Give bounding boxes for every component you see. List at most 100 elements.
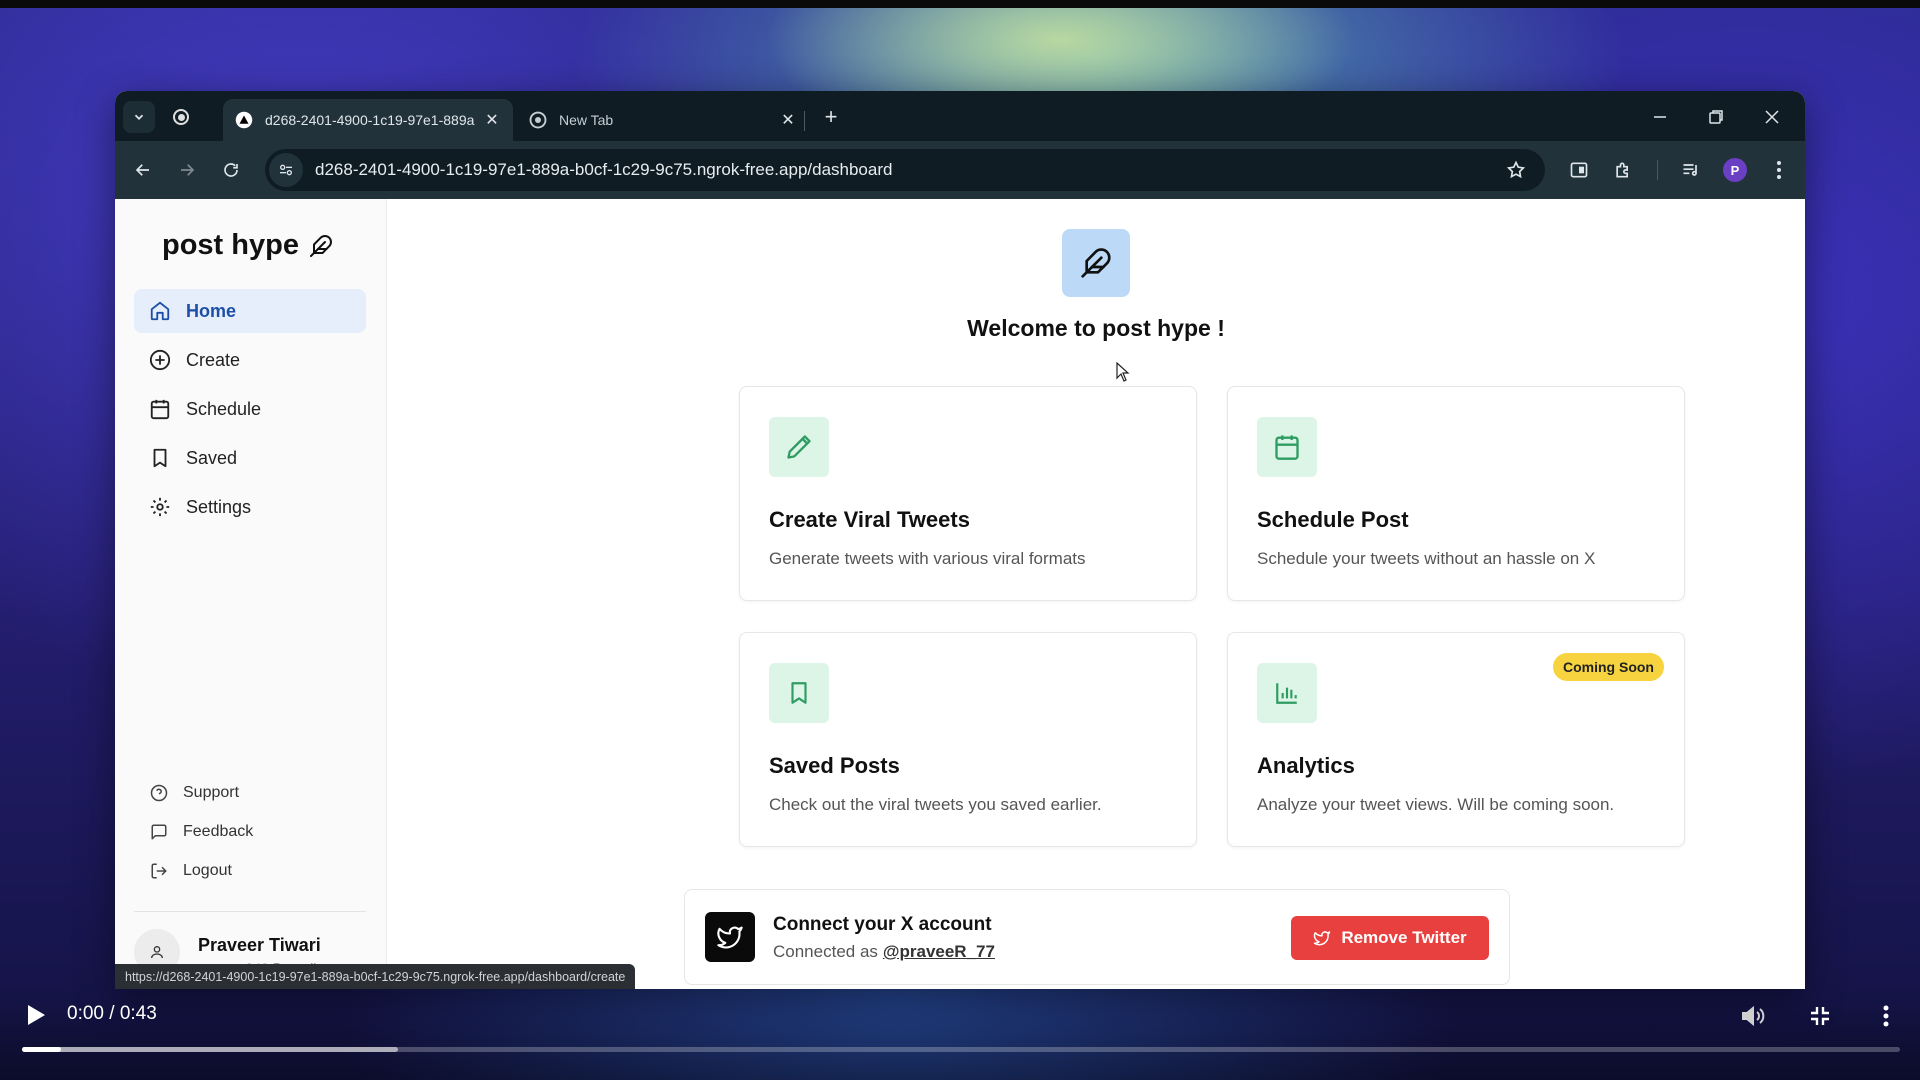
back-button[interactable]	[127, 154, 159, 186]
extensions-button[interactable]	[1607, 154, 1639, 186]
minimize-icon	[1654, 116, 1666, 118]
reading-list-button[interactable]	[1675, 154, 1707, 186]
card-schedule-post[interactable]: Schedule Post Schedule your tweets witho…	[1227, 386, 1685, 601]
tab-separator	[804, 111, 805, 131]
minimize-button[interactable]	[1640, 101, 1680, 133]
tab-search-button[interactable]	[123, 101, 155, 133]
sidebar-item-label: Feedback	[183, 823, 254, 840]
url-text: d268-2401-4900-1c19-97e1-889a-b0cf-1c29-…	[315, 160, 893, 179]
calendar-icon	[148, 397, 172, 421]
card-create-viral-tweets[interactable]: Create Viral Tweets Generate tweets with…	[739, 386, 1197, 601]
site-info-icon[interactable]	[269, 153, 303, 187]
tab-new-tab[interactable]: New Tab ✕	[517, 99, 809, 141]
close-window-button[interactable]	[1752, 101, 1792, 133]
sidebar-item-label: Support	[183, 784, 240, 801]
buffered-progress	[22, 1047, 398, 1052]
feather-icon	[309, 234, 333, 258]
card-analytics[interactable]: Coming Soon Analytics Analyze your tweet…	[1227, 632, 1685, 847]
plus-icon: +	[824, 104, 838, 129]
media-icon	[1570, 162, 1588, 178]
played-progress	[22, 1047, 62, 1052]
kebab-menu-icon	[1777, 161, 1781, 179]
web-page: post hype Home Create Schedule Saved Set…	[115, 199, 1805, 989]
card-title: Create Viral Tweets	[769, 507, 970, 532]
sidebar-item-label: Home	[186, 300, 237, 321]
video-menu-button[interactable]	[1870, 1000, 1902, 1032]
calendar-icon	[1257, 417, 1317, 477]
help-circle-icon	[149, 783, 169, 803]
sidebar-item-label: Logout	[183, 862, 232, 879]
card-saved-posts[interactable]: Saved Posts Check out the viral tweets y…	[739, 632, 1197, 847]
tab-dashboard[interactable]: d268-2401-4900-1c19-97e1-889a ✕	[223, 99, 513, 141]
recording-button[interactable]	[165, 101, 197, 133]
tab-title: New Tab	[559, 112, 614, 128]
sidebar-divider	[134, 911, 366, 912]
bookmark-icon	[769, 663, 829, 723]
media-controls-button[interactable]	[1563, 154, 1595, 186]
user-icon	[151, 946, 163, 959]
video-progress-bar[interactable]	[22, 1047, 1900, 1052]
twitter-bird-icon	[705, 912, 755, 962]
video-time: 0:00 / 0:43	[67, 1003, 157, 1024]
brand-name: post hype	[162, 229, 299, 261]
page-title: Welcome to post hype !	[967, 315, 1225, 341]
card-title: Analytics	[1257, 753, 1355, 778]
tab-strip: d268-2401-4900-1c19-97e1-889a ✕ New Tab …	[115, 91, 1805, 141]
sidebar-item-logout[interactable]: Logout	[149, 861, 232, 881]
triangle-favicon-icon	[235, 111, 253, 129]
card-description: Schedule your tweets without an hassle o…	[1257, 549, 1596, 568]
remove-twitter-button[interactable]: Remove Twitter	[1291, 916, 1489, 960]
sidebar-item-label: Settings	[186, 496, 252, 517]
reload-icon	[224, 163, 238, 177]
sidebar-item-schedule[interactable]: Schedule	[134, 387, 366, 431]
twitter-handle-link[interactable]: @praveeR_77	[883, 942, 995, 961]
sidebar-item-settings[interactable]: Settings	[134, 485, 366, 529]
record-icon	[173, 109, 189, 125]
coming-soon-badge: Coming Soon	[1553, 653, 1664, 681]
toolbar-separator	[1657, 160, 1658, 180]
sidebar-item-support[interactable]: Support	[149, 783, 239, 803]
chrome-favicon-icon	[529, 111, 547, 129]
play-button[interactable]	[22, 1001, 50, 1029]
profile-button[interactable]: P	[1719, 154, 1751, 186]
hero-logo	[1062, 229, 1130, 297]
card-title: Schedule Post	[1257, 507, 1409, 532]
play-icon	[28, 1005, 45, 1025]
gear-icon	[148, 495, 172, 519]
tab-title: d268-2401-4900-1c19-97e1-889a	[265, 112, 475, 128]
new-tab-button[interactable]: +	[815, 101, 847, 133]
close-tab-icon[interactable]: ✕	[779, 110, 797, 130]
connect-title: Connect your X account	[773, 914, 992, 935]
home-icon	[148, 299, 172, 323]
reload-button[interactable]	[215, 154, 247, 186]
arrow-left-icon	[135, 164, 149, 176]
top-letterbox	[0, 0, 1920, 8]
restore-button[interactable]	[1696, 101, 1736, 133]
restore-icon	[1709, 110, 1723, 124]
sidebar-item-saved[interactable]: Saved	[134, 436, 366, 480]
close-tab-icon[interactable]: ✕	[483, 110, 501, 130]
address-bar[interactable]: d268-2401-4900-1c19-97e1-889a-b0cf-1c29-…	[265, 149, 1545, 191]
feather-icon	[1081, 248, 1111, 278]
chevron-down-icon	[134, 114, 144, 120]
plus-circle-icon	[148, 348, 172, 372]
arrow-right-icon	[181, 164, 195, 176]
dashboard-main: Welcome to post hype ! Create Viral Twee…	[387, 199, 1805, 989]
browser-window: d268-2401-4900-1c19-97e1-889a ✕ New Tab …	[115, 91, 1805, 989]
button-label: Remove Twitter	[1341, 928, 1467, 947]
browser-menu-button[interactable]	[1763, 154, 1795, 186]
connect-x-account-panel: Connect your X account Connected as @prav…	[684, 889, 1510, 985]
user-name: Praveer Tiwari	[198, 935, 321, 955]
forward-button[interactable]	[171, 154, 203, 186]
sidebar-item-home[interactable]: Home	[134, 289, 366, 333]
sidebar-item-create[interactable]: Create	[134, 338, 366, 382]
bookmark-star-icon[interactable]	[1499, 160, 1533, 180]
pencil-icon	[769, 417, 829, 477]
browser-toolbar: d268-2401-4900-1c19-97e1-889a-b0cf-1c29-…	[115, 141, 1805, 199]
card-description: Check out the viral tweets you saved ear…	[769, 795, 1102, 814]
sidebar-item-feedback[interactable]: Feedback	[149, 822, 253, 842]
mute-button[interactable]	[1737, 1000, 1769, 1032]
message-square-icon	[149, 822, 169, 842]
brand-logo[interactable]: post hype	[162, 229, 333, 262]
exit-fullscreen-button[interactable]	[1804, 1000, 1836, 1032]
